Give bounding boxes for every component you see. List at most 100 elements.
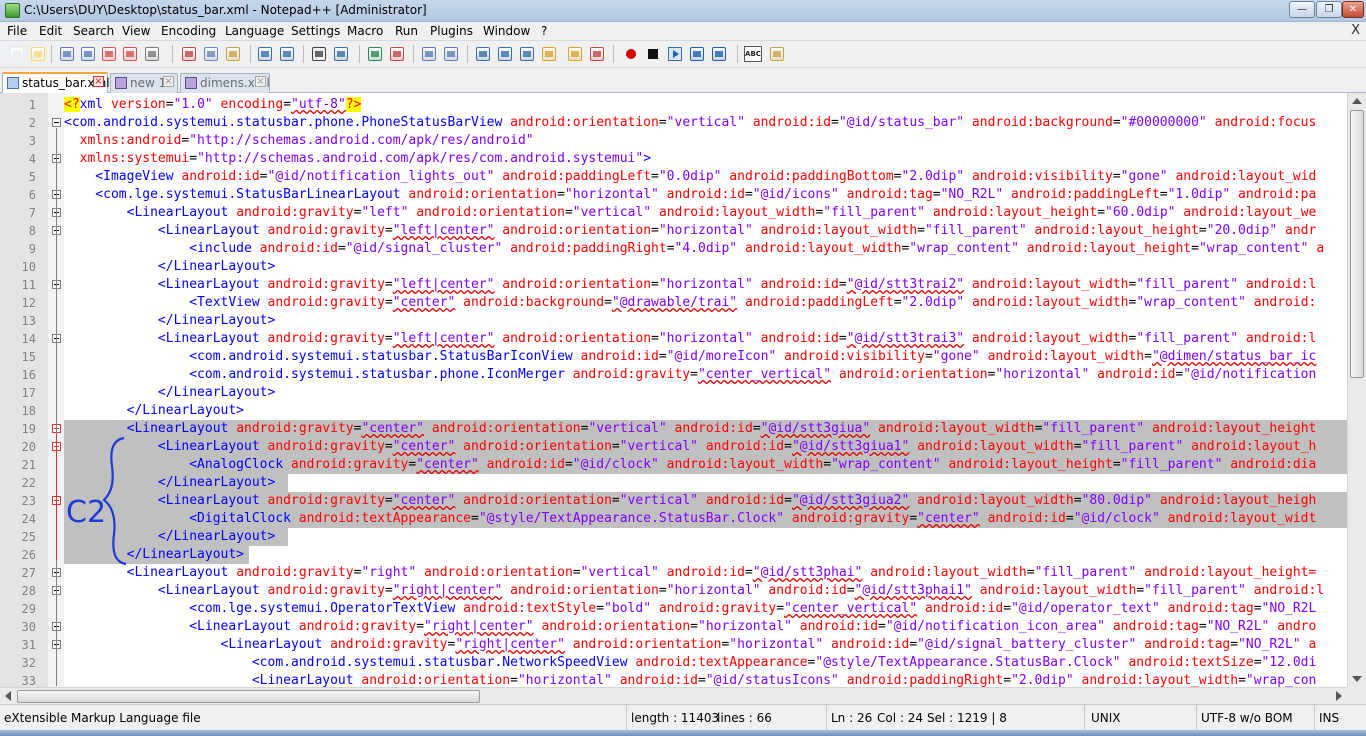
macro-stop-icon[interactable] [644, 45, 662, 63]
menu-settings[interactable]: Settings [291, 24, 340, 38]
code-line[interactable]: <LinearLayout android:gravity="right|cen… [64, 582, 1347, 600]
code-line[interactable]: <TextView android:gravity="center" andro… [64, 294, 1347, 312]
scroll-right-icon[interactable] [1336, 691, 1342, 701]
close-document-button[interactable]: X [1351, 23, 1360, 38]
code-line[interactable]: <AnalogClock android:gravity = "center" an… [64, 456, 1347, 474]
zoom-in-icon[interactable] [366, 45, 384, 63]
tab-dimens-xml[interactable]: dimens.xml × [180, 73, 270, 93]
tab-close-icon[interactable]: × [255, 76, 266, 87]
vertical-scrollbar[interactable] [1347, 93, 1366, 687]
vertical-scroll-thumb[interactable] [1350, 110, 1364, 378]
open-file-icon[interactable] [29, 45, 47, 63]
tab-close-icon[interactable]: × [163, 76, 174, 87]
zoom-out-icon[interactable] [388, 45, 406, 63]
fold-toggle-icon[interactable] [52, 118, 61, 127]
code-line[interactable]: <com.android.systemui.statusbar.phone.Ph… [64, 114, 1347, 132]
code-token: android:visibility [964, 169, 1113, 184]
spell-check-icon[interactable]: ABC [744, 45, 762, 63]
macro-play-multi-icon[interactable] [688, 45, 706, 63]
code-line[interactable]: <com.lge.systemui.OperatorTextView andro… [64, 600, 1347, 618]
macro-record-icon[interactable] [622, 45, 640, 63]
menu-plugins[interactable]: Plugins [430, 24, 473, 38]
sync-h-icon[interactable] [442, 45, 460, 63]
macro-save-icon[interactable] [710, 45, 728, 63]
menu-macro[interactable]: Macro [347, 24, 383, 38]
code-line[interactable]: <LinearLayout android:gravity = "right" an… [64, 564, 1347, 582]
close-all-icon[interactable] [121, 45, 139, 63]
horizontal-scrollbar[interactable] [0, 687, 1347, 704]
menu-language[interactable]: Language [225, 24, 284, 38]
code-line[interactable]: <LinearLayout android:gravity="right|cen… [64, 636, 1347, 654]
doc-map-icon[interactable] [540, 45, 558, 63]
code-line[interactable]: </LinearLayout> [64, 546, 1347, 564]
menu-window[interactable]: Window [483, 24, 530, 38]
code-line[interactable]: <LinearLayout android:gravity = "left" and… [64, 204, 1347, 222]
save-icon[interactable] [58, 45, 76, 63]
code-line[interactable]: </LinearLayout> [64, 474, 1347, 492]
maximize-button[interactable]: ❐ [1316, 1, 1342, 18]
code-line[interactable]: <LinearLayout android:gravity="left|cent… [64, 276, 1347, 294]
code-line[interactable]: <?xml version="1.0" encoding="utf-8"?> [64, 96, 1347, 114]
menu-search[interactable]: Search [73, 24, 114, 38]
undo-icon[interactable] [256, 45, 274, 63]
all-chars-icon[interactable] [496, 45, 514, 63]
menu-edit[interactable]: Edit [39, 24, 62, 38]
close-icon[interactable] [100, 45, 118, 63]
scroll-down-icon[interactable] [1352, 676, 1362, 682]
find-icon[interactable] [310, 45, 328, 63]
editor[interactable]: 1 2 3 4 5 6 7 8 9 10 11 12 13 14 15 16 17 18 19 20 21 22 23 24 2… [0, 93, 1366, 687]
save-all-icon[interactable] [79, 45, 97, 63]
code-line[interactable]: <LinearLayout android:orientation="horiz… [64, 672, 1347, 687]
print-icon[interactable] [143, 45, 161, 63]
code-line[interactable]: <include android:id="@id/signal_cluster"… [64, 240, 1347, 258]
code-line[interactable]: </LinearLayout> [64, 402, 1347, 420]
code-line[interactable]: <LinearLayout android:gravity="right|cen… [64, 618, 1347, 636]
close-window-button[interactable]: ✕ [1342, 1, 1364, 18]
code-line[interactable]: </LinearLayout> [64, 312, 1347, 330]
cut-icon[interactable] [180, 45, 198, 63]
folder-icon[interactable] [566, 45, 584, 63]
code-line[interactable]: <com.android.systemui.statusbar.StatusBa… [64, 348, 1347, 366]
code-line[interactable]: <LinearLayout android:gravity="center" a… [64, 438, 1347, 456]
code-line[interactable]: <com.android.systemui.statusbar.NetworkS… [64, 654, 1347, 672]
code-token: = [917, 223, 925, 238]
copy-icon[interactable] [202, 45, 220, 63]
code-line[interactable]: <DigitalClock android:textAppearance="@s… [64, 510, 1347, 528]
horizontal-scroll-thumb[interactable] [17, 690, 480, 703]
code-line[interactable]: <LinearLayout android:gravity="left|cent… [64, 330, 1347, 348]
code-line[interactable]: <com.android.systemui.statusbar.phone.Ic… [64, 366, 1347, 384]
code-line[interactable]: <LinearLayout android:gravity="center" a… [64, 492, 1347, 510]
menu-run[interactable]: Run [395, 24, 418, 38]
code-line[interactable]: </LinearLayout> [64, 528, 1347, 546]
plugin-icon[interactable] [768, 45, 786, 63]
tab-status-bar-xml[interactable]: status_bar.xml × [2, 72, 110, 93]
code-line[interactable]: xmlns:systemui="http://schemas.android.c… [64, 150, 1347, 168]
menu-file[interactable]: File [7, 24, 27, 38]
menu-help[interactable]: ? [541, 24, 547, 38]
menu-encoding[interactable]: Encoding [161, 24, 216, 38]
code-area[interactable]: <?xml version="1.0" encoding="utf-8"?> <c… [64, 96, 1347, 687]
code-line[interactable]: xmlns:android="http://schemas.android.co… [64, 132, 1347, 150]
menu-view[interactable]: View [122, 24, 150, 38]
macro-play-icon[interactable] [666, 45, 684, 63]
code-line[interactable]: <LinearLayout android:gravity="center" a… [64, 420, 1347, 438]
scroll-up-icon[interactable] [1352, 98, 1362, 104]
replace-icon[interactable] [332, 45, 350, 63]
tab-close-icon[interactable]: × [93, 76, 104, 87]
code-line[interactable]: </LinearLayout> [64, 384, 1347, 402]
scroll-left-icon[interactable] [5, 691, 11, 701]
redo-icon[interactable] [278, 45, 296, 63]
tab-new-1[interactable]: new 1 × [110, 73, 178, 93]
wrap-icon[interactable] [474, 45, 492, 63]
sync-v-icon[interactable] [420, 45, 438, 63]
code-line[interactable]: <LinearLayout android:gravity="left|cent… [64, 222, 1347, 240]
func-list-icon[interactable] [588, 45, 606, 63]
code-line[interactable]: </LinearLayout> [64, 258, 1347, 276]
code-line[interactable]: <ImageView android:id="@id/notification_… [64, 168, 1347, 186]
minimize-button[interactable]: — [1289, 1, 1315, 18]
new-file-icon[interactable] [8, 45, 26, 63]
code-token: = [1112, 169, 1121, 184]
code-line[interactable]: <com.lge.systemui.StatusBarLinearLayout … [64, 186, 1347, 204]
indent-guide-icon[interactable] [518, 45, 536, 63]
paste-icon[interactable] [224, 45, 242, 63]
